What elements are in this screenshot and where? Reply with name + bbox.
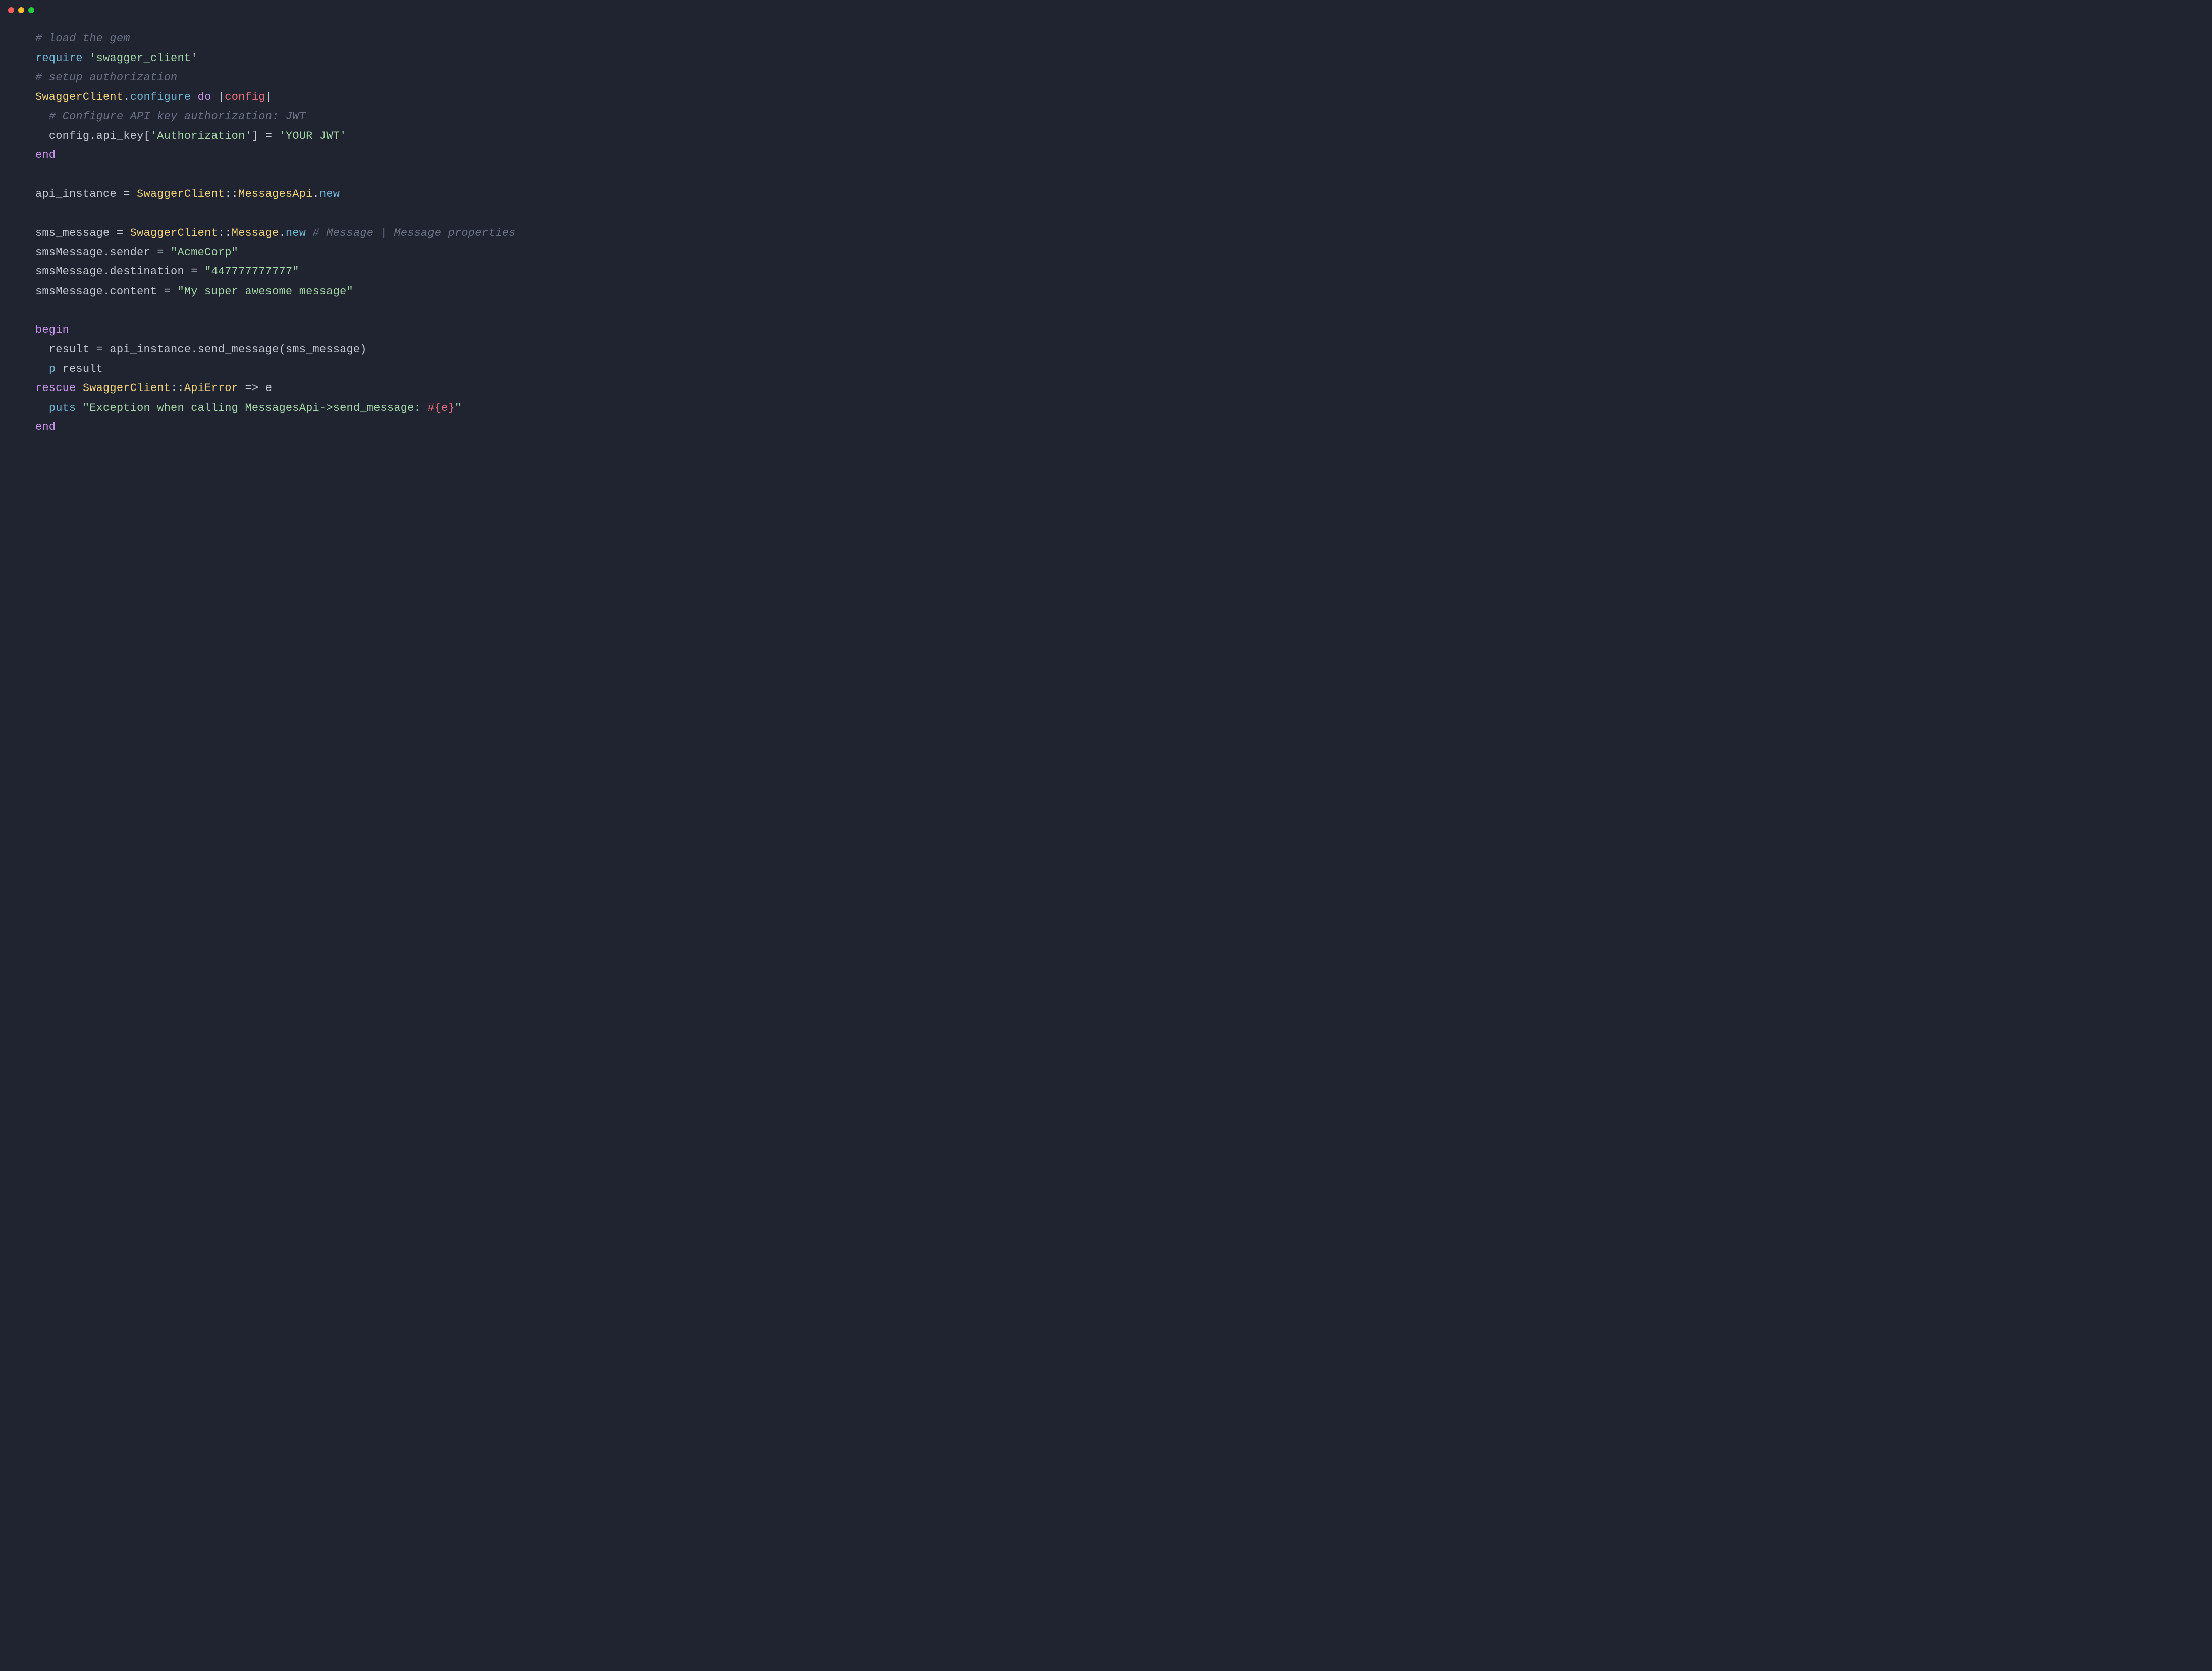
- string-interpolation: #{e}: [427, 402, 455, 414]
- keyword-rescue: rescue: [35, 382, 76, 395]
- terminal-window: # load the gem require 'swagger_client' # …: [0, 0, 2212, 1671]
- code-line: # load the gem: [35, 29, 2198, 49]
- code-text: ] =: [252, 130, 279, 142]
- code-text: [56, 363, 62, 375]
- code-text: [76, 402, 82, 414]
- code-text: [211, 91, 218, 103]
- code-text: [35, 110, 49, 123]
- code-line: p result: [35, 360, 2198, 379]
- code-line: smsMessage.sender = "AcmeCorp": [35, 243, 2198, 263]
- string-literal: "AcmeCorp": [171, 246, 238, 259]
- code-text: [76, 382, 82, 395]
- method-call: new: [286, 227, 306, 239]
- code-line: SwaggerClient.configure do |config|: [35, 88, 2198, 107]
- code-line: api_instance = SwaggerClient::MessagesAp…: [35, 185, 2198, 204]
- constant: Message: [232, 227, 279, 239]
- code-text: [306, 227, 312, 239]
- string-literal: "447777777777": [204, 265, 299, 278]
- code-text: result = api_instance.send_message(sms_m…: [49, 343, 367, 356]
- constant: ApiError: [184, 382, 238, 395]
- method-call: p: [49, 363, 56, 375]
- comment: # Configure API key authorization: JWT: [49, 110, 306, 123]
- code-line: require 'swagger_client': [35, 49, 2198, 69]
- keyword-begin: begin: [35, 324, 69, 337]
- code-text: [35, 207, 42, 220]
- code-text: e: [265, 382, 272, 395]
- code-text: ::: [225, 188, 238, 200]
- code-text: .: [279, 227, 286, 239]
- block-param: config: [225, 91, 265, 103]
- constant: MessagesApi: [238, 188, 312, 200]
- code-line: # Configure API key authorization: JWT: [35, 107, 2198, 127]
- method-call: puts: [49, 402, 76, 414]
- code-text: smsMessage.destination =: [35, 265, 204, 278]
- code-text: smsMessage.content =: [35, 285, 177, 298]
- window-titlebar: [0, 0, 2212, 17]
- code-text: [35, 343, 49, 356]
- method-call: new: [319, 188, 340, 200]
- code-text: sms_message =: [35, 227, 130, 239]
- code-text: [258, 382, 265, 395]
- code-line: puts "Exception when calling MessagesApi…: [35, 399, 2198, 418]
- code-text: |: [265, 91, 272, 103]
- constant: SwaggerClient: [35, 91, 123, 103]
- code-text: [238, 382, 245, 395]
- maximize-icon[interactable]: [28, 7, 34, 13]
- code-text: |: [218, 91, 225, 103]
- code-text: result: [63, 363, 103, 375]
- close-icon[interactable]: [8, 7, 14, 13]
- code-line: end: [35, 146, 2198, 165]
- code-line: begin: [35, 321, 2198, 341]
- code-snippet[interactable]: # load the gem require 'swagger_client' # …: [0, 17, 2212, 458]
- code-text: [83, 52, 89, 65]
- code-text: api_instance =: [35, 188, 137, 200]
- string-literal: "Exception when calling MessagesApi->sen…: [83, 402, 428, 414]
- code-text: [35, 169, 42, 181]
- code-line: config.api_key['Authorization'] = 'YOUR …: [35, 127, 2198, 146]
- keyword-require: require: [35, 52, 83, 65]
- comment: # load the gem: [35, 32, 130, 45]
- code-text: config.api_key[: [49, 130, 150, 142]
- string-literal: 'YOUR JWT': [279, 130, 347, 142]
- code-text: [191, 91, 197, 103]
- code-line: smsMessage.destination = "447777777777": [35, 262, 2198, 282]
- code-line: end: [35, 418, 2198, 437]
- code-line: result = api_instance.send_message(sms_m…: [35, 340, 2198, 360]
- hash-rocket-icon: =>: [245, 382, 259, 395]
- string-literal: 'Authorization': [150, 130, 252, 142]
- code-text: [35, 130, 49, 142]
- code-text: .: [313, 188, 319, 200]
- comment: # Message | Message properties: [313, 227, 516, 239]
- string-literal: ": [455, 402, 461, 414]
- keyword-end: end: [35, 421, 56, 433]
- keyword-do: do: [198, 91, 211, 103]
- code-line: rescue SwaggerClient::ApiError => e: [35, 379, 2198, 399]
- code-text: .: [123, 91, 130, 103]
- code-line: # setup authorization: [35, 68, 2198, 88]
- code-text: [35, 363, 49, 375]
- comment: # setup authorization: [35, 71, 177, 84]
- constant: SwaggerClient: [137, 188, 225, 200]
- string-literal: "My super awesome message": [177, 285, 353, 298]
- code-line: [35, 301, 2198, 321]
- code-text: [35, 402, 49, 414]
- string-literal: 'swagger_client': [89, 52, 197, 65]
- code-line: [35, 204, 2198, 224]
- constant: SwaggerClient: [130, 227, 218, 239]
- constant: SwaggerClient: [83, 382, 171, 395]
- code-text: smsMessage.sender =: [35, 246, 171, 259]
- keyword-end: end: [35, 149, 56, 161]
- method-call: configure: [130, 91, 191, 103]
- code-text: [35, 304, 42, 317]
- code-line: smsMessage.content = "My super awesome m…: [35, 282, 2198, 302]
- code-text: ::: [171, 382, 184, 395]
- minimize-icon[interactable]: [18, 7, 24, 13]
- code-line: sms_message = SwaggerClient::Message.new…: [35, 224, 2198, 243]
- code-text: ::: [218, 227, 232, 239]
- code-line: [35, 165, 2198, 185]
